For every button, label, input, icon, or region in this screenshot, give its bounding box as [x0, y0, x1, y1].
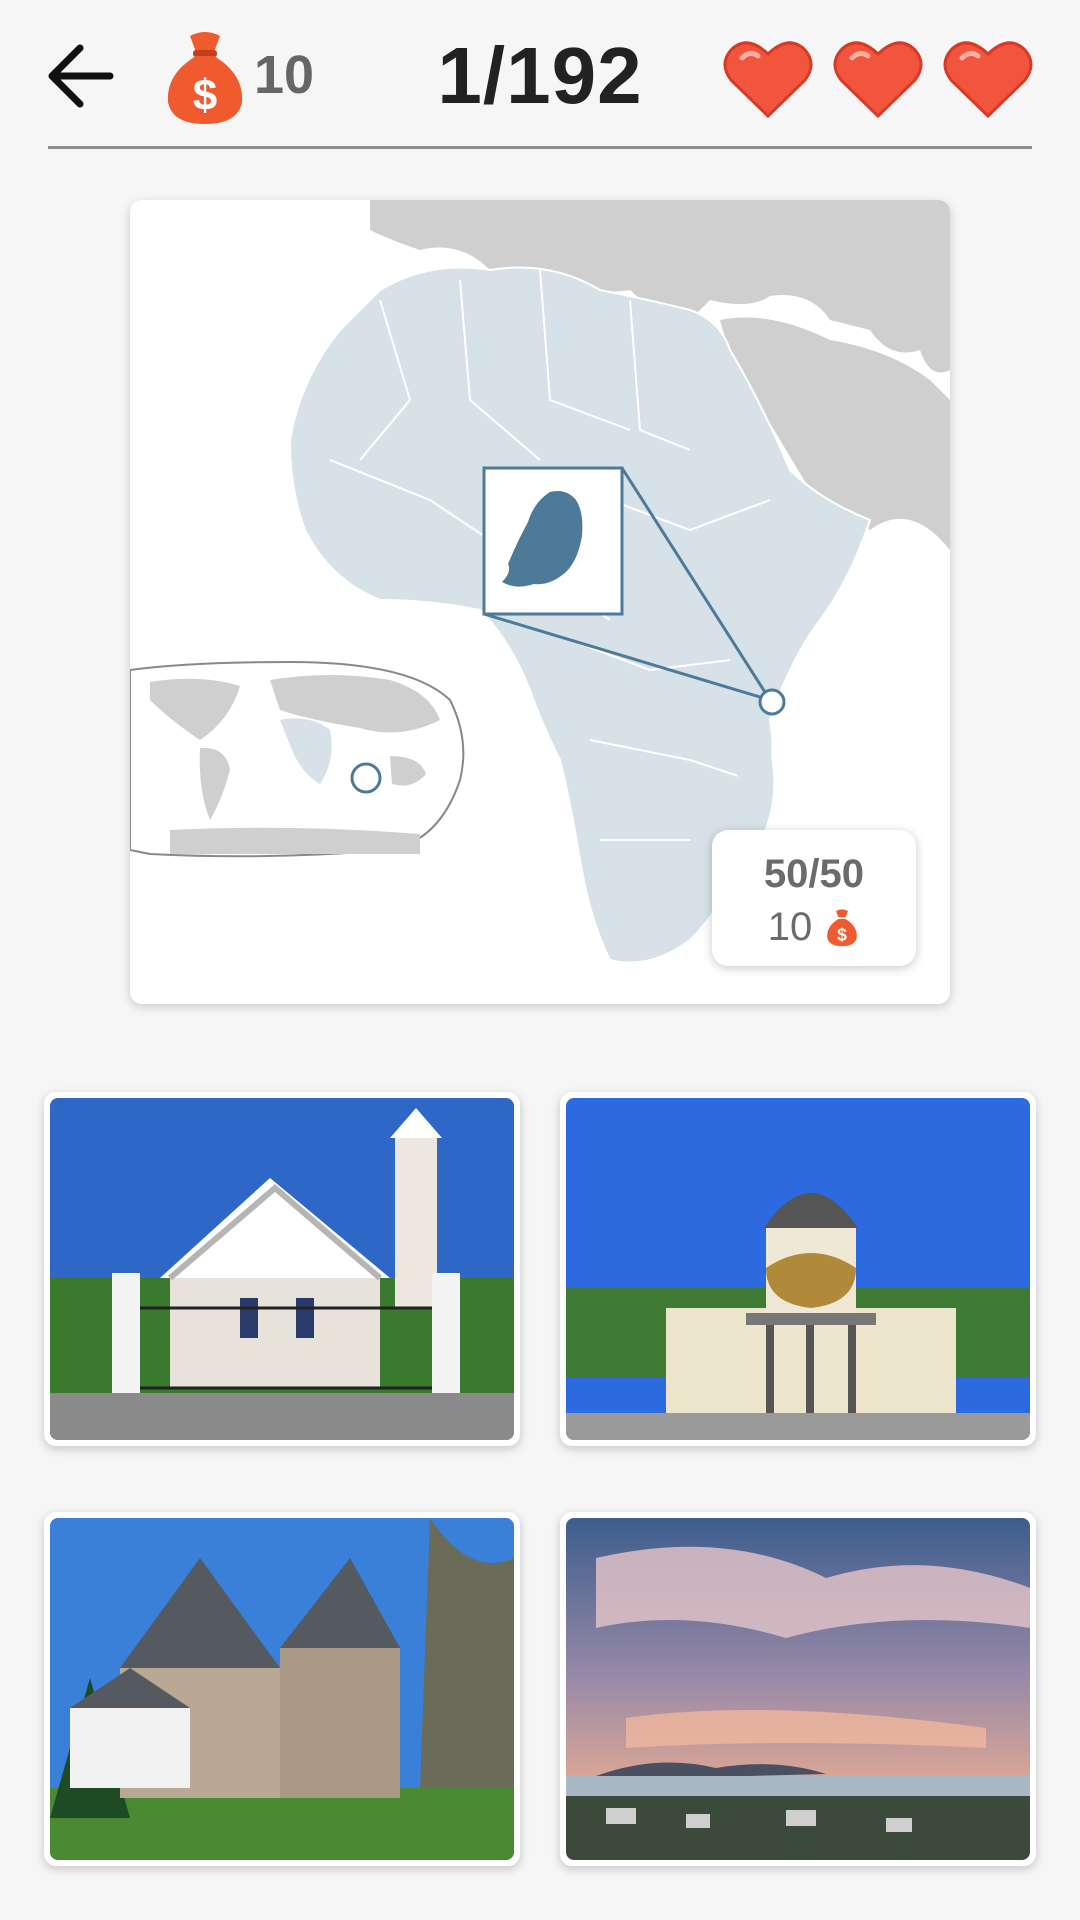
- heart-icon: [943, 41, 1033, 119]
- country-map-card: 50/50 10 $: [130, 200, 950, 1004]
- svg-text:$: $: [837, 925, 847, 945]
- reward-progress: 50/50: [763, 852, 865, 896]
- answer-option-4[interactable]: [560, 1512, 1036, 1866]
- church-photo: [50, 1098, 514, 1440]
- lives-indicator: [722, 36, 1034, 120]
- cathedral-photo: [566, 1098, 1030, 1440]
- header-divider: [48, 146, 1032, 149]
- heart-icon: [833, 41, 923, 119]
- reward-coins: 10: [767, 904, 813, 949]
- money-bag-icon: $: [827, 909, 858, 947]
- answer-option-2[interactable]: [560, 1092, 1036, 1446]
- heart-icon: [723, 41, 813, 119]
- stone-church-photo: [50, 1518, 514, 1860]
- answer-option-1[interactable]: [44, 1092, 520, 1446]
- top-bar: $ 10 1/192: [0, 0, 1080, 150]
- coastal-city-photo: [566, 1518, 1030, 1860]
- reward-badge: 50/50 10 $: [712, 830, 916, 966]
- answer-option-3[interactable]: [44, 1512, 520, 1866]
